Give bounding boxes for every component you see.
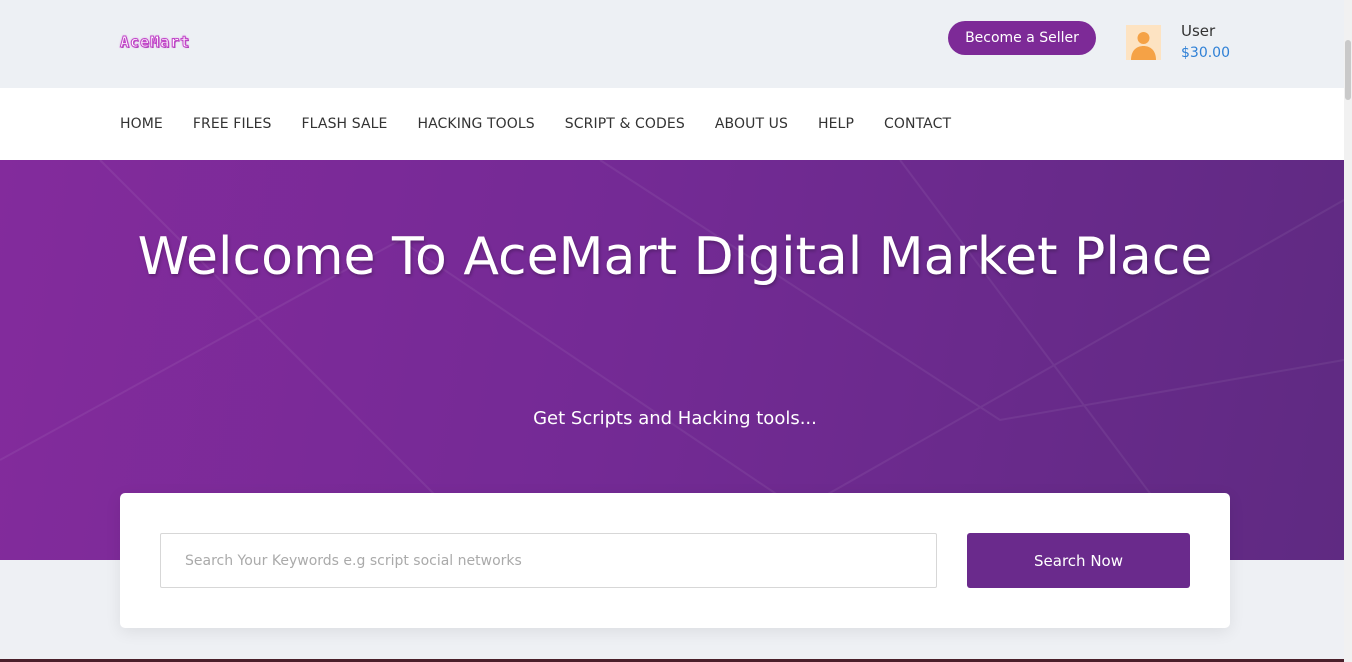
become-seller-button[interactable]: Become a Seller — [948, 21, 1096, 55]
nav-item-contact[interactable]: CONTACT — [884, 116, 951, 132]
nav-item-flash-sale[interactable]: FLASH SALE — [302, 116, 388, 132]
search-now-button[interactable]: Search Now — [967, 533, 1190, 588]
nav-list: HOME FREE FILES FLASH SALE HACKING TOOLS… — [120, 88, 981, 160]
nav-item-help[interactable]: HELP — [818, 116, 854, 132]
nav-item-hacking-tools[interactable]: HACKING TOOLS — [418, 116, 535, 132]
hero-title: Welcome To AceMart Digital Market Place — [137, 227, 1213, 287]
nav-item-home[interactable]: HOME — [120, 116, 163, 132]
scrollbar-thumb[interactable] — [1345, 40, 1351, 100]
user-name[interactable]: User — [1181, 22, 1215, 40]
user-balance: $30.00 — [1181, 45, 1230, 61]
main-navigation: HOME FREE FILES FLASH SALE HACKING TOOLS… — [0, 88, 1344, 160]
nav-item-about-us[interactable]: ABOUT US — [715, 116, 788, 132]
top-header: AceMart Become a Seller User $30.00 — [0, 0, 1344, 88]
logo-text: AceMart — [119, 33, 191, 52]
vertical-scrollbar[interactable] — [1344, 0, 1352, 662]
nav-item-free-files[interactable]: FREE FILES — [193, 116, 272, 132]
user-avatar-icon[interactable] — [1126, 25, 1161, 60]
nav-item-script-codes[interactable]: SCRIPT & CODES — [565, 116, 685, 132]
hero-subtitle: Get Scripts and Hacking tools... — [533, 408, 817, 429]
search-card: Search Now — [120, 493, 1230, 628]
site-logo[interactable]: AceMart — [119, 30, 252, 54]
search-input[interactable] — [160, 533, 937, 588]
